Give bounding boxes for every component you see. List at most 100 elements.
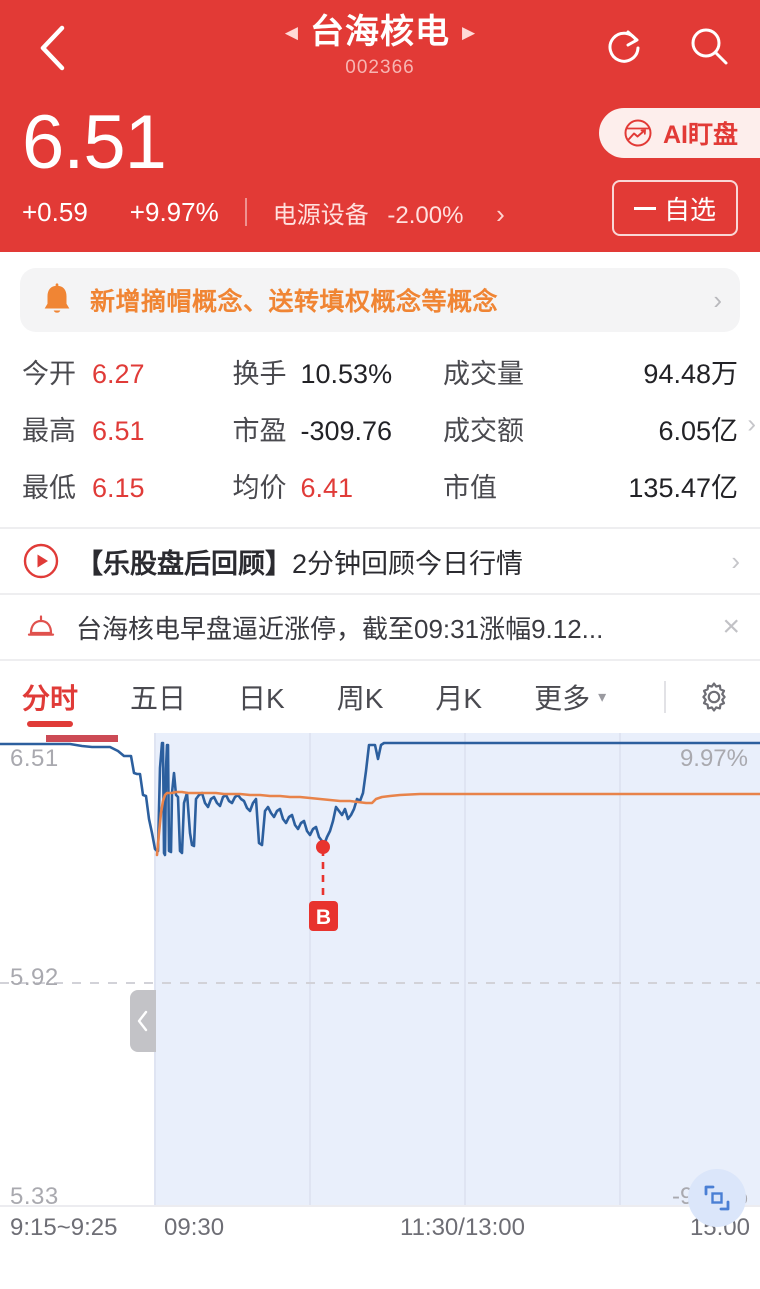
stats-chevron-icon: › (747, 408, 756, 438)
video-title-rest: 2分钟回顾今日行情 (292, 548, 524, 579)
video-title-bold: 【乐股盘后回顾】 (76, 548, 292, 579)
play-circle-icon (20, 540, 62, 582)
add-watchlist-button[interactable]: 自选 (612, 180, 738, 236)
stat-key: 成交量 (443, 359, 524, 389)
stat-pe: 市盈 -309.76 (233, 409, 444, 448)
app-header: ◀ 台海核电 ▶ 002366 6.51 +0.59 +9.97% 电源设备 -… (0, 0, 760, 252)
stats-panel[interactable]: 今开 6.27 换手 10.53% 成交量 94.48万 最高 6.51 市盈 … (0, 332, 760, 515)
y-axis-top-pct-label: 9.97% (679, 745, 748, 772)
stat-key: 换手 (232, 359, 287, 389)
intraday-chart[interactable]: B 6.51 5.92 5.33 9.97% -9.97% 9:15~9:25 … (0, 733, 760, 1249)
chart-settings-button[interactable] (692, 675, 736, 719)
chart-drag-handle[interactable] (130, 990, 156, 1052)
y-axis-top-label: 6.51 (10, 745, 59, 772)
concept-banner[interactable]: 新增摘帽概念、送转填权概念等概念 › (20, 268, 740, 332)
banner-chevron-icon: › (713, 284, 722, 315)
tab-label: 日K (238, 683, 285, 714)
stat-value: 10.53% (300, 359, 393, 389)
sector-name: 电源设备 (272, 201, 369, 229)
next-stock-arrow[interactable]: ▶ (462, 24, 475, 41)
svg-text:B: B (316, 906, 331, 929)
stat-market-cap: 市值 135.47亿 (443, 466, 738, 505)
stats-grid: 今开 6.27 换手 10.53% 成交量 94.48万 最高 6.51 市盈 … (22, 352, 738, 505)
header-top-bar: ◀ 台海核电 ▶ 002366 (0, 0, 760, 100)
video-review-title: 【乐股盘后回顾】2分钟回顾今日行情 (76, 542, 731, 581)
stat-key: 成交额 (443, 416, 524, 446)
sector-link[interactable]: 电源设备 -2.00% › (273, 195, 505, 230)
stat-value: 94.48万 (643, 359, 738, 389)
tab-monthly-k[interactable]: 月K (435, 661, 482, 733)
stat-turnover: 换手 10.53% (233, 352, 444, 391)
stat-open: 今开 6.27 (22, 352, 233, 391)
x-axis: 9:15~9:25 09:30 11:30/13:00 15:00 (0, 1205, 760, 1249)
prev-stock-arrow[interactable]: ◀ (285, 24, 298, 41)
stat-key: 市盈 (232, 416, 287, 446)
news-alert-row[interactable]: 台海核电早盘逼近涨停，截至09:31涨幅9.12... × (0, 595, 760, 661)
stat-value: 6.05亿 (658, 416, 738, 446)
x-tick-midday: 11:30/13:00 (400, 1214, 526, 1241)
divider (244, 198, 247, 226)
ai-chart-circle-icon (624, 119, 652, 147)
stat-value: 6.51 (92, 416, 145, 446)
stock-name: 台海核电 (310, 13, 450, 51)
stat-avg-price: 均价 6.41 (233, 466, 444, 505)
tab-label: 五日 (130, 683, 187, 714)
chart-canvas: B (0, 733, 760, 1205)
search-button[interactable] (680, 18, 738, 76)
header-actions (596, 18, 738, 76)
stat-value: 6.41 (300, 473, 354, 503)
search-icon (691, 28, 728, 65)
stat-key: 最低 (22, 473, 76, 503)
minus-icon (633, 206, 656, 210)
chevron-down-icon: ▾ (598, 689, 607, 706)
change-percent: +9.97% (129, 196, 219, 227)
concept-banner-wrap: 新增摘帽概念、送转填权概念等概念 › (0, 252, 760, 332)
stat-key: 均价 (232, 473, 287, 503)
stat-key: 最高 (22, 416, 76, 446)
buy-marker-dot (316, 840, 330, 854)
tab-fenshi[interactable]: 分时 (22, 661, 78, 733)
stock-code: 002366 (345, 57, 415, 79)
chart-fullscreen-button[interactable] (688, 1169, 746, 1227)
tab-label: 月K (435, 683, 483, 714)
stat-high: 最高 6.51 (22, 409, 233, 448)
stat-amount: 成交额 6.05亿 (443, 409, 738, 448)
stat-key: 市值 (443, 473, 497, 503)
refresh-icon (608, 30, 640, 63)
news-alert-text: 台海核电早盘逼近涨停，截至09:31涨幅9.12... (76, 613, 604, 644)
close-icon[interactable]: × (712, 610, 740, 644)
stock-detail-screen: ◀ 台海核电 ▶ 002366 6.51 +0.59 +9.97% 电源设备 -… (0, 0, 760, 1289)
chevron-left-icon (137, 1010, 148, 1032)
ai-monitor-button[interactable]: AI盯盘 (598, 108, 760, 158)
limit-up-marker (46, 735, 118, 742)
stat-value: 6.15 (92, 473, 145, 503)
stat-low: 最低 6.15 (22, 466, 233, 505)
stat-value: 135.47亿 (628, 473, 738, 503)
video-chevron-icon: › (731, 545, 740, 576)
tab-label: 更多 (534, 683, 591, 714)
tab-more[interactable]: 更多 ▾ (534, 661, 606, 733)
fullscreen-icon (704, 1185, 730, 1211)
watchlist-label: 自选 (663, 194, 716, 225)
alarm-icon (20, 606, 62, 648)
tab-five-day[interactable]: 五日 (130, 661, 186, 733)
tab-label: 周K (336, 683, 384, 714)
chart-tab-bar: 分时 五日 日K 周K 月K 更多 ▾ (0, 661, 760, 733)
tab-daily-k[interactable]: 日K (238, 661, 285, 733)
stat-volume: 成交量 94.48万 (443, 352, 738, 391)
y-axis-mid-label: 5.92 (10, 964, 59, 991)
video-review-row[interactable]: 【乐股盘后回顾】2分钟回顾今日行情 › (0, 529, 760, 595)
tab-label: 分时 (22, 683, 79, 714)
tab-weekly-k[interactable]: 周K (337, 661, 384, 733)
refresh-button[interactable] (596, 18, 654, 76)
stat-key: 今开 (22, 359, 76, 389)
sector-chevron-icon: › (496, 198, 505, 229)
change-absolute: +0.59 (22, 196, 88, 227)
stat-value: 6.27 (92, 359, 145, 389)
stat-value: -309.76 (300, 416, 393, 446)
sector-change: -2.00% (387, 201, 464, 229)
divider (664, 681, 667, 713)
ai-monitor-label: AI盯盘 (662, 121, 738, 149)
bell-icon (44, 283, 70, 313)
buy-marker-badge: B (309, 901, 338, 931)
